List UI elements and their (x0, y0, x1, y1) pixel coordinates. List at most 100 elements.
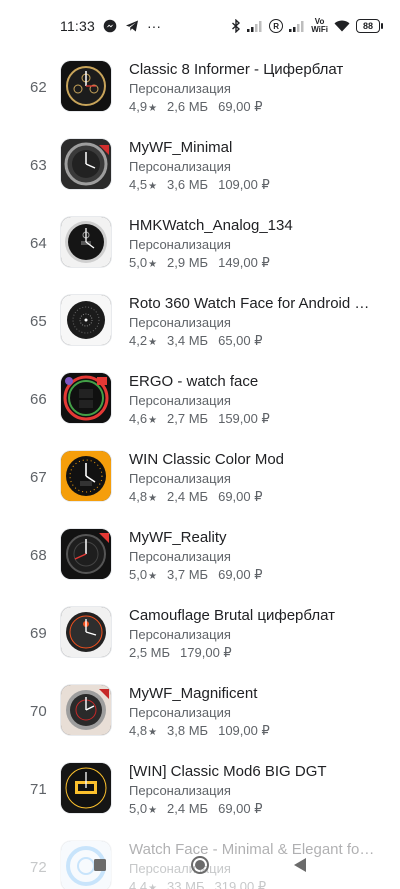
app-meta: 4,8★ 3,8 МБ 109,00 ₽ (129, 723, 270, 739)
app-icon (61, 373, 111, 423)
app-size: 3,4 МБ (167, 333, 209, 348)
app-rating: 4,6 (129, 411, 148, 426)
app-icon (61, 139, 111, 189)
status-bar: 11:33 ··· R Vo WiFi 88 (0, 0, 400, 52)
app-icon (61, 61, 111, 111)
app-size: 2,4 МБ (167, 801, 209, 816)
rank-number: 68 (30, 547, 47, 564)
rank-number: 65 (30, 313, 47, 330)
star-icon: ★ (148, 727, 158, 738)
app-price: 69,00 ₽ (218, 567, 263, 582)
list-item[interactable]: 65 Roto 360 Watch Face for Android We...… (0, 281, 400, 359)
list-item[interactable]: 62 Classic 8 Informer - Циферблат Персон… (0, 47, 400, 125)
app-price: 109,00 ₽ (218, 177, 270, 192)
roaming-icon: R (269, 19, 284, 33)
list-item[interactable]: 67 WIN Classic Color Mod Персонализация … (0, 437, 400, 515)
star-icon: ★ (148, 493, 158, 504)
rank-number: 63 (30, 157, 47, 174)
star-icon: ★ (148, 415, 158, 426)
vowifi-icon: Vo WiFi (311, 17, 328, 34)
app-rating: 4,9 (129, 99, 148, 114)
app-meta: 4,8★ 2,4 МБ 69,00 ₽ (129, 489, 263, 505)
app-size: 3,8 МБ (167, 723, 209, 738)
app-icon (61, 685, 111, 735)
app-size: 2,6 МБ (167, 99, 209, 114)
signal-1-icon (247, 20, 263, 32)
app-icon (61, 451, 111, 501)
star-icon: ★ (148, 571, 158, 582)
app-title: MyWF_Reality (129, 529, 227, 546)
app-title: [WIN] Classic Mod6 BIG DGT (129, 763, 327, 780)
list-item[interactable]: 66 ERGO - watch face Персонализация 4,6★… (0, 359, 400, 437)
bluetooth-icon (231, 19, 241, 33)
app-rating: 4,8 (129, 489, 148, 504)
app-meta: 5,0★ 3,7 МБ 69,00 ₽ (129, 567, 263, 583)
clock: 11:33 (60, 18, 95, 34)
app-meta: 5,0★ 2,4 МБ 69,00 ₽ (129, 801, 263, 817)
app-price: 69,00 ₽ (218, 489, 263, 504)
wifi-icon (334, 20, 350, 32)
list-item[interactable]: 64 HMKWatch_Analog_134 Персонализация 5,… (0, 203, 400, 281)
app-meta: 4,6★ 2,7 МБ 159,00 ₽ (129, 411, 270, 427)
app-size: 2,4 МБ (167, 489, 209, 504)
list-item[interactable]: 63 MyWF_Minimal Персонализация 4,5★ 3,6 М… (0, 125, 400, 203)
rank-number: 62 (30, 79, 47, 96)
app-category: Персонализация (129, 549, 231, 564)
app-category: Персонализация (129, 471, 231, 486)
app-title: Roto 360 Watch Face for Android We... (129, 295, 379, 312)
system-nav-bar (0, 841, 400, 889)
messenger-icon (103, 19, 117, 33)
back-button[interactable] (285, 850, 315, 880)
star-icon: ★ (148, 337, 158, 348)
app-rating: 5,0 (129, 567, 148, 582)
app-rating: 5,0 (129, 801, 148, 816)
app-icon (61, 529, 111, 579)
app-size: 3,6 МБ (167, 177, 209, 192)
app-price: 109,00 ₽ (218, 723, 270, 738)
app-meta: 5,0★ 2,9 МБ 149,00 ₽ (129, 255, 270, 271)
app-category: Персонализация (129, 237, 231, 252)
app-meta: 2,5 МБ 179,00 ₽ (129, 645, 232, 661)
battery-icon: 88 (356, 19, 383, 33)
app-title: HMKWatch_Analog_134 (129, 217, 293, 234)
list-item[interactable]: 68 MyWF_Reality Персонализация 5,0★ 3,7 М… (0, 515, 400, 593)
telegram-icon (125, 19, 139, 33)
rank-number: 71 (30, 781, 47, 798)
rank-number: 70 (30, 703, 47, 720)
app-size: 3,7 МБ (167, 567, 209, 582)
app-price: 69,00 ₽ (218, 99, 263, 114)
app-size: 2,5 МБ (129, 645, 171, 660)
app-price: 69,00 ₽ (218, 801, 263, 816)
app-title: Classic 8 Informer - Циферблат (129, 61, 344, 78)
list-item[interactable]: 69 Camouflage Brutal циферблат Персонали… (0, 593, 400, 671)
app-size: 2,9 МБ (167, 255, 209, 270)
star-icon: ★ (148, 181, 158, 192)
app-rating: 5,0 (129, 255, 148, 270)
app-category: Персонализация (129, 159, 231, 174)
app-category: Персонализация (129, 315, 231, 330)
app-meta: 4,9★ 2,6 МБ 69,00 ₽ (129, 99, 263, 115)
star-icon: ★ (148, 103, 158, 114)
app-category: Персонализация (129, 783, 231, 798)
app-category: Персонализация (129, 81, 231, 96)
app-size: 2,7 МБ (167, 411, 209, 426)
app-category: Персонализация (129, 705, 231, 720)
app-category: Персонализация (129, 627, 231, 642)
app-rating: 4,2 (129, 333, 148, 348)
app-title: Camouflage Brutal циферблат (129, 607, 335, 624)
recent-apps-button[interactable] (85, 850, 115, 880)
home-button[interactable] (185, 850, 215, 880)
rank-number: 64 (30, 235, 47, 252)
app-title: WIN Classic Color Mod (129, 451, 285, 468)
app-price: 149,00 ₽ (218, 255, 270, 270)
list-item[interactable]: 71 [WIN] Classic Mod6 BIG DGT Персонализ… (0, 749, 400, 827)
app-meta: 4,2★ 3,4 МБ 65,00 ₽ (129, 333, 263, 349)
star-icon: ★ (148, 259, 158, 270)
app-title: MyWF_Minimal (129, 139, 233, 156)
list-item[interactable]: 70 MyWF_Magnificent Персонализация 4,8★ 3… (0, 671, 400, 749)
app-price: 159,00 ₽ (218, 411, 270, 426)
app-price: 65,00 ₽ (218, 333, 263, 348)
signal-2-icon (289, 20, 305, 32)
star-icon: ★ (148, 805, 158, 816)
app-rating: 4,8 (129, 723, 148, 738)
